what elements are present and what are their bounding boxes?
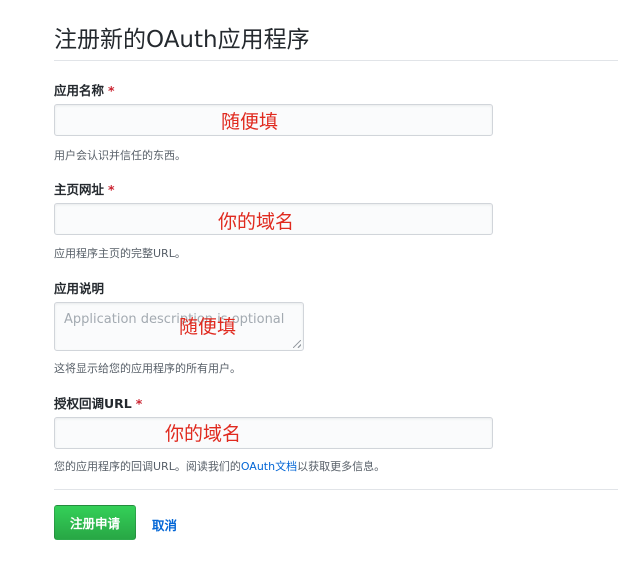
register-application-button[interactable]: 注册申请 [54, 505, 136, 540]
page-title: 注册新的OAuth应用程序 [54, 27, 310, 53]
app-name-note: 用户会认识并信任的东西。 [54, 149, 186, 162]
callback-url-note: 您的应用程序的回调URL。阅读我们的OAuth文档以获取更多信息。 [54, 458, 385, 474]
required-mark: * [108, 83, 115, 98]
homepage-url-label-text: 主页网址 [54, 182, 105, 197]
cancel-link[interactable]: 取消 [152, 515, 177, 534]
title-divider [54, 60, 618, 61]
app-name-annotation: 随便填 [221, 111, 279, 133]
description-annotation: 随便填 [179, 316, 237, 338]
actions-divider [54, 489, 618, 490]
callback-url-input[interactable] [54, 417, 493, 449]
description-placeholder: Application description is optional [64, 312, 285, 327]
required-mark: * [108, 182, 115, 197]
oauth-docs-link[interactable]: OAuth文档 [241, 460, 297, 473]
app-name-label-text: 应用名称 [54, 83, 105, 98]
resize-grip-icon[interactable] [293, 340, 301, 348]
required-mark: * [135, 396, 143, 411]
homepage-url-note: 应用程序主页的完整URL。 [54, 247, 186, 260]
homepage-url-annotation: 你的域名 [218, 211, 295, 233]
callback-url-annotation: 你的域名 [165, 423, 242, 445]
callback-url-label-text: 授权回调URL [54, 396, 132, 411]
callback-note-text-end: 以获取更多信息。 [297, 460, 386, 473]
callback-url-label: 授权回调URL * [54, 393, 142, 412]
description-note: 这将显示给您的应用程序的所有用户。 [54, 362, 241, 375]
callback-note-text: 您的应用程序的回调URL。阅读我们的 [54, 460, 241, 473]
app-name-label: 应用名称 * [54, 80, 115, 99]
description-label: 应用说明 [54, 281, 105, 296]
homepage-url-label: 主页网址 * [54, 179, 115, 198]
